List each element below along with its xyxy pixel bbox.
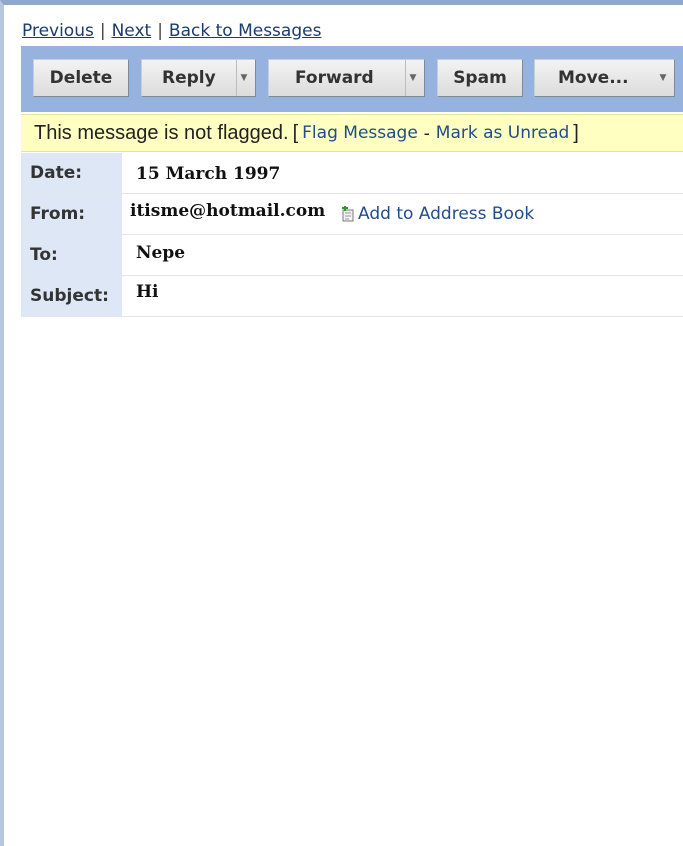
to-label: To:	[21, 235, 122, 275]
mail-view: Previous | Next | Back to Messages Delete Re…	[0, 0, 683, 846]
date-row: Date: 15 March 1997	[21, 153, 683, 194]
from-label: From:	[21, 194, 122, 234]
move-button-label: Move...	[558, 68, 629, 88]
from-value: itisme@hotmail.com	[130, 201, 326, 221]
next-link[interactable]: Next	[112, 21, 152, 41]
subject-value: Hi	[136, 282, 159, 302]
to-row: To: Nepe	[21, 235, 683, 276]
add-to-address-book-label: Add to Address Book	[358, 204, 535, 224]
mark-as-unread-link[interactable]: Mark as Unread	[436, 123, 570, 143]
from-row: From: itisme@hotmail.com Add to Address …	[21, 194, 683, 235]
forward-button-label: Forward	[295, 68, 374, 88]
forward-button[interactable]: Forward ▼	[268, 59, 425, 97]
caret-down-icon[interactable]: ▼	[405, 60, 420, 96]
to-value: Nepe	[136, 243, 186, 263]
nav-separator: |	[99, 21, 106, 41]
delete-button[interactable]: Delete	[33, 59, 129, 97]
flag-status-text: This message is not flagged.	[34, 121, 289, 144]
caret-down-icon[interactable]: ▼	[656, 60, 670, 96]
reply-button[interactable]: Reply ▼	[141, 59, 256, 97]
flag-status-bar: This message is not flagged. [ Flag Mess…	[21, 114, 683, 152]
spam-button-label: Spam	[453, 68, 507, 88]
from-value-cell: itisme@hotmail.com Add to Address Book	[122, 194, 683, 234]
add-to-address-book-link[interactable]: Add to Address Book	[340, 204, 534, 224]
subject-label: Subject:	[21, 276, 122, 316]
caret-down-icon[interactable]: ▼	[236, 60, 251, 96]
date-value-cell: 15 March 1997	[122, 153, 683, 193]
open-bracket: [	[292, 121, 299, 144]
subject-value-cell: Hi	[122, 276, 683, 316]
flag-message-link[interactable]: Flag Message	[302, 123, 418, 143]
move-button[interactable]: Move... ▼	[534, 59, 675, 97]
link-separator: -	[423, 122, 430, 143]
previous-link[interactable]: Previous	[22, 21, 94, 41]
to-value-cell: Nepe	[122, 235, 683, 275]
message-headers: Date: 15 March 1997 From: itisme@hotmail…	[21, 153, 683, 317]
spam-button[interactable]: Spam	[437, 59, 523, 97]
back-to-messages-link[interactable]: Back to Messages	[169, 21, 322, 41]
subject-row: Subject: Hi	[21, 276, 683, 317]
reply-button-label: Reply	[162, 68, 216, 88]
message-nav: Previous | Next | Back to Messages	[22, 21, 321, 41]
date-value: 15 March 1997	[136, 164, 281, 184]
address-book-add-icon	[342, 206, 354, 222]
delete-button-label: Delete	[49, 68, 113, 88]
close-bracket: ]	[573, 121, 579, 144]
nav-separator: |	[157, 21, 163, 41]
date-label: Date:	[21, 153, 122, 193]
message-toolbar: Delete Reply ▼ Forward ▼ Spam Move... ▼	[21, 46, 683, 112]
